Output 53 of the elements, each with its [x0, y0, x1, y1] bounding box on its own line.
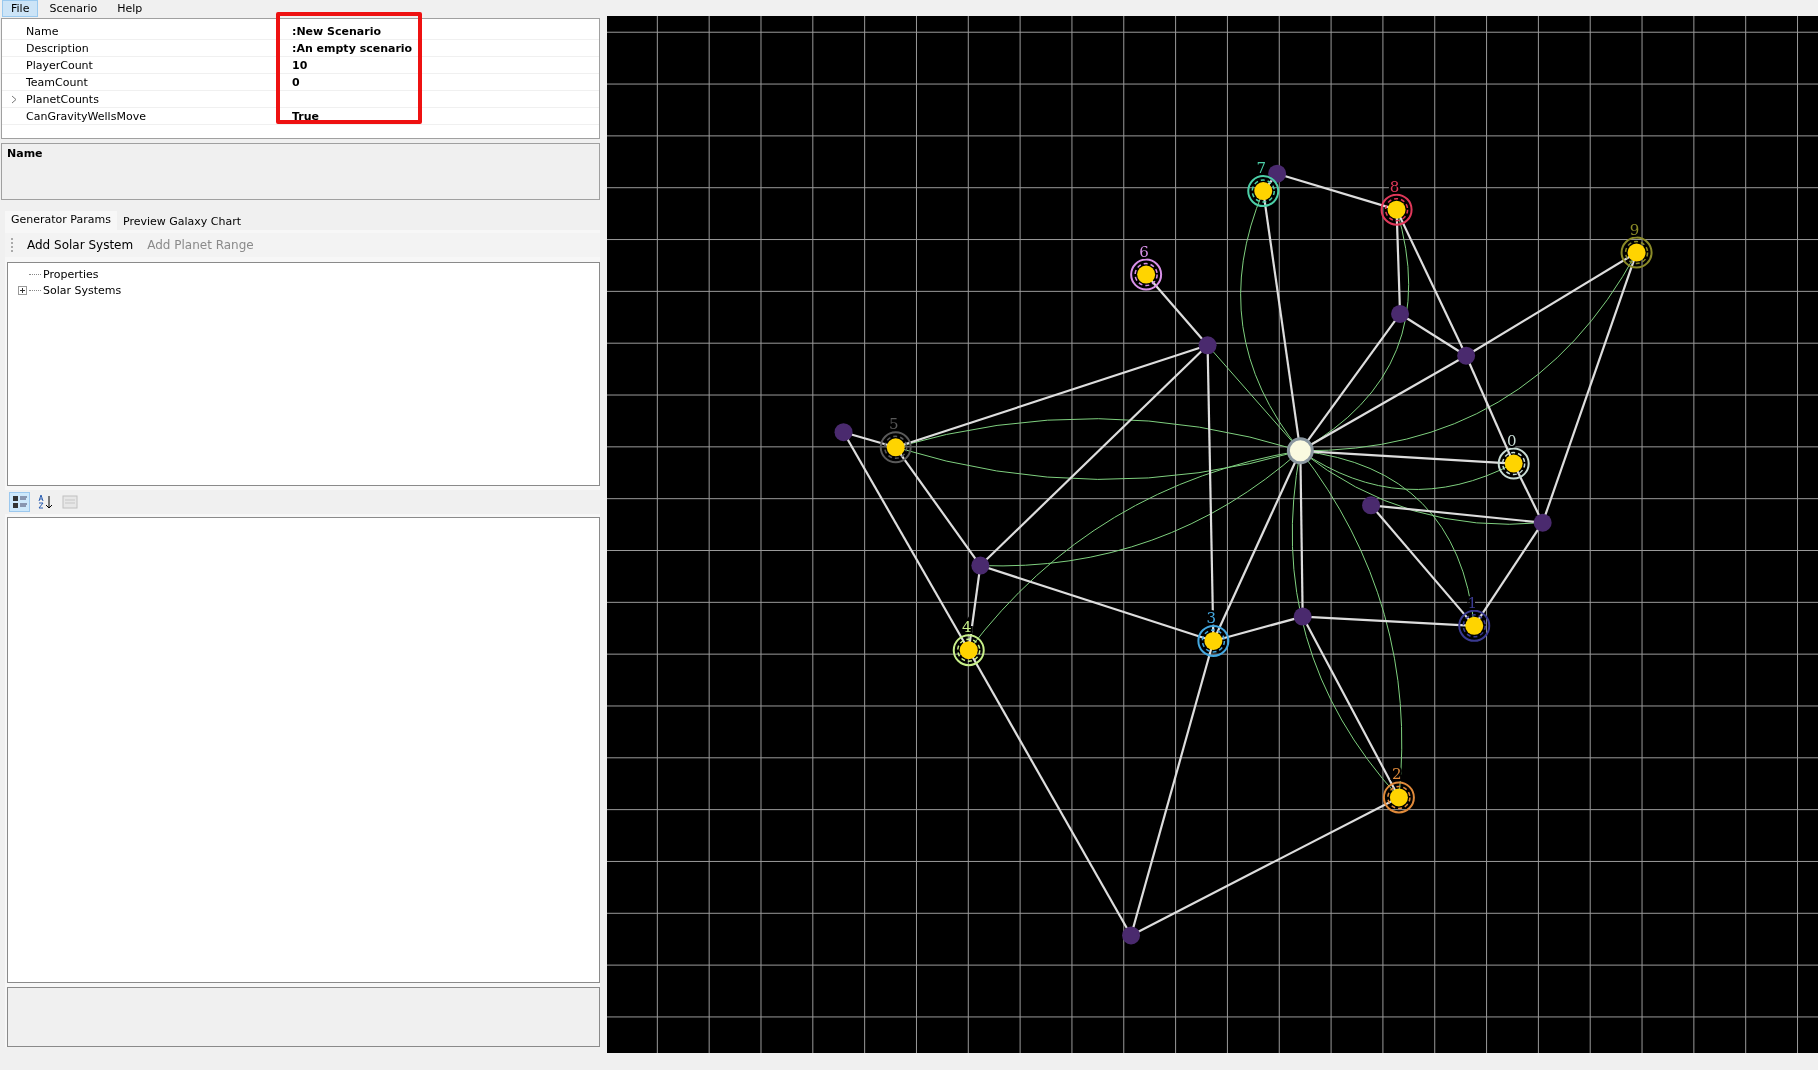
planet-node	[1362, 496, 1381, 515]
home-planet-node	[1247, 175, 1280, 208]
planet-node	[1391, 305, 1410, 323]
home-planet-node	[1197, 624, 1230, 657]
planet-node	[1122, 926, 1141, 945]
categorized-icon	[11, 494, 28, 510]
home-planet-node	[1620, 236, 1653, 269]
property-value[interactable]: True	[292, 109, 319, 123]
player-number: 4	[961, 618, 972, 637]
player-number: 2	[1392, 765, 1402, 784]
property-value[interactable]: 0	[292, 75, 300, 89]
home-planet-node	[1382, 781, 1415, 814]
home-planet-node	[1380, 193, 1413, 226]
planet-node	[1198, 336, 1217, 355]
planet-node	[971, 556, 990, 575]
player-number: 5	[888, 415, 899, 434]
home-planet-node	[952, 634, 985, 667]
home-planet-node	[1497, 447, 1530, 480]
player-number: 6	[1139, 242, 1149, 261]
property-value[interactable]: 10	[292, 58, 308, 72]
property-name: CanGravityWellsMove	[26, 109, 147, 123]
property-pages-icon	[61, 495, 78, 509]
menu-item[interactable]: Help	[108, 0, 152, 17]
sort-az-icon	[36, 494, 53, 510]
property-name: PlanetCounts	[26, 92, 100, 106]
planet-node	[1457, 346, 1476, 365]
player-number: 7	[1256, 159, 1266, 178]
chevron-icon[interactable]	[11, 94, 17, 104]
home-planet-node	[879, 431, 912, 464]
planet-node	[1293, 607, 1312, 626]
tab[interactable]: Generator Params	[5, 211, 117, 230]
player-number: 8	[1389, 177, 1400, 196]
property-value[interactable]: :New Scenario	[292, 24, 381, 38]
toolbar-button[interactable]: Add Solar System	[25, 238, 136, 252]
property-name: Name	[26, 24, 60, 38]
description-title: Name	[7, 147, 44, 160]
property-name: TeamCount	[26, 75, 89, 89]
expand-icon[interactable]	[18, 285, 27, 295]
property-value[interactable]: :An empty scenario	[292, 41, 413, 55]
menu-item[interactable]: File	[2, 0, 39, 17]
menu-item[interactable]: Scenario	[40, 0, 107, 17]
planet-node	[834, 423, 853, 442]
grid-toolbar-button[interactable]	[9, 492, 30, 512]
player-number: 9	[1629, 220, 1640, 239]
property-name: PlayerCount	[26, 58, 94, 72]
planet-node	[1533, 513, 1552, 532]
home-planet-node	[1458, 609, 1491, 642]
home-planet-node	[1130, 258, 1163, 291]
property-name: Description	[26, 41, 90, 55]
tree-item[interactable]: Properties	[43, 267, 99, 281]
player-number: 0	[1506, 431, 1517, 450]
tree-item[interactable]: Solar Systems	[43, 283, 122, 297]
planet-node	[1268, 164, 1287, 183]
